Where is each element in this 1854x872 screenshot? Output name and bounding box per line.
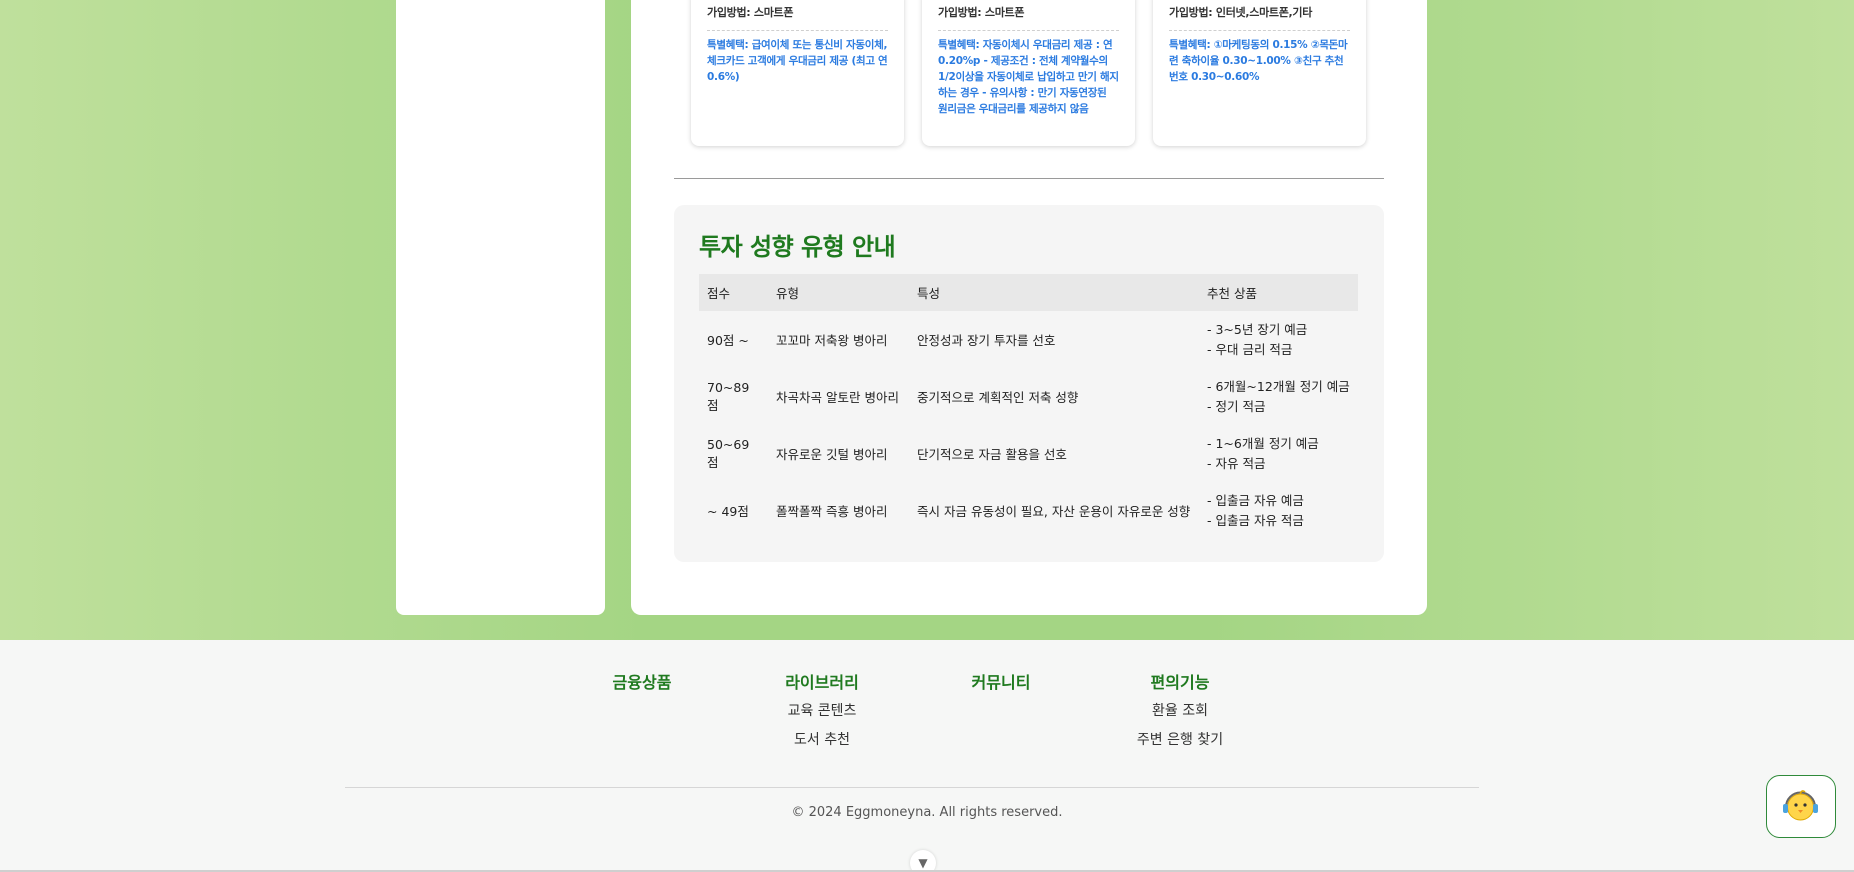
rec-item: - 입출금 자유 적금 (1207, 512, 1304, 528)
copyright-text: © 2024 Eggmoneyna. All rights reserved. (791, 805, 1063, 820)
product-card[interactable]: 가입방법: 스마트폰 특별혜택: 급여이체 또는 통신비 자동이체, 체크카드 … (691, 0, 904, 146)
product-card[interactable]: 가입방법: 스마트폰 특별혜택: 자동이체시 우대금리 제공 : 연 0.20%… (922, 0, 1135, 146)
footer-link-community[interactable]: 커뮤니티 (951, 672, 1051, 702)
cell-trait: 안정성과 장기 투자를 선호 (917, 333, 1056, 348)
cell-type: 차곡차곡 알토란 병아리 (776, 390, 899, 405)
rec-item: - 입출금 자유 예금 (1207, 492, 1304, 508)
footer-link-bank-finder[interactable]: 주변 은행 찾기 (1110, 731, 1250, 760)
sidebar-panel (396, 0, 605, 615)
rec-item: - 3~5년 장기 예금 (1207, 321, 1308, 337)
cell-type: 꼬꼬마 저축왕 병아리 (776, 333, 888, 348)
section-divider (674, 178, 1384, 179)
card-join-method: 가입방법: 인터넷,스마트폰,기타 (1169, 6, 1313, 19)
table-row: 90점 ~ 꼬꼬마 저축왕 병아리 안정성과 장기 투자를 선호 - 3~5년 … (699, 311, 1358, 368)
card-special-benefit: 특별혜택: 자동이체시 우대금리 제공 : 연 0.20%p - 제공조건 : … (938, 39, 1119, 115)
investment-guide-section: 투자 성향 유형 안내 점수 유형 특성 추천 상품 90점 ~ 꼬꼬마 저축왕… (674, 205, 1384, 562)
cell-recommendation: - 6개월~12개월 정기 예금 - 정기 적금 (1199, 368, 1358, 425)
card-divider (707, 30, 888, 31)
chatbot-button[interactable] (1766, 775, 1836, 838)
header-recommendation: 추천 상품 (1199, 274, 1358, 311)
footer-link-exchange-rate[interactable]: 환율 조회 (1110, 702, 1250, 731)
product-card[interactable]: 가입방법: 인터넷,스마트폰,기타 특별혜택: ①마케팅동의 0.15% ②목돈… (1153, 0, 1366, 146)
cell-score: 50~69점 (707, 436, 750, 470)
card-join-method: 가입방법: 스마트폰 (938, 6, 1025, 19)
cell-trait: 단기적으로 자금 활용을 선호 (917, 447, 1067, 462)
footer-link-book-recommend[interactable]: 도서 추천 (772, 731, 872, 760)
cell-trait: 즉시 자금 유동성이 필요, 자산 운용이 자유로운 성향 (917, 504, 1191, 519)
rec-item: - 6개월~12개월 정기 예금 (1207, 378, 1350, 394)
footer-divider (345, 787, 1479, 788)
rec-item: - 우대 금리 적금 (1207, 341, 1293, 357)
cell-score: 90점 ~ (707, 333, 749, 348)
footer-link-products[interactable]: 금융상품 (592, 672, 692, 702)
footer-column-library: 라이브러리 교육 콘텐츠 도서 추천 (772, 672, 872, 760)
footer-link-library[interactable]: 라이브러리 (772, 672, 872, 702)
cell-score: 70~89점 (707, 379, 750, 413)
cell-trait: 중기적으로 계획적인 저축 성향 (917, 390, 1079, 405)
cell-type: 폴짝폴짝 즉흥 병아리 (776, 504, 888, 519)
footer-column-products: 금융상품 (592, 672, 692, 702)
investment-type-table: 점수 유형 특성 추천 상품 90점 ~ 꼬꼬마 저축왕 병아리 안정성과 장기… (699, 274, 1358, 539)
footer-link-utilities[interactable]: 편의기능 (1110, 672, 1250, 702)
card-special-benefit: 특별혜택: ①마케팅동의 0.15% ②목돈마련 축하이율 0.30~1.00%… (1169, 39, 1348, 83)
cell-score: ~ 49점 (707, 504, 749, 519)
chevron-down-icon: ▼ (918, 856, 928, 870)
cell-recommendation: - 1~6개월 정기 예금 - 자유 적금 (1199, 425, 1358, 482)
header-score: 점수 (699, 274, 768, 311)
chick-headset-icon (1783, 790, 1818, 821)
scroll-down-button[interactable]: ▼ (910, 850, 936, 872)
footer-column-utilities: 편의기능 환율 조회 주변 은행 찾기 (1110, 672, 1250, 760)
cell-recommendation: - 3~5년 장기 예금 - 우대 금리 적금 (1199, 311, 1358, 368)
card-special-benefit: 특별혜택: 급여이체 또는 통신비 자동이체, 체크카드 고객에게 우대금리 제… (707, 39, 888, 83)
header-trait: 특성 (909, 274, 1199, 311)
rec-item: - 자유 적금 (1207, 455, 1266, 471)
rec-item: - 정기 적금 (1207, 398, 1266, 414)
footer-nav: 금융상품 라이브러리 교육 콘텐츠 도서 추천 커뮤니티 편의기능 환율 조회 … (0, 672, 1854, 772)
table-header-row: 점수 유형 특성 추천 상품 (699, 274, 1358, 311)
footer-column-community: 커뮤니티 (951, 672, 1051, 702)
table-row: 70~89점 차곡차곡 알토란 병아리 중기적으로 계획적인 저축 성향 - 6… (699, 368, 1358, 425)
card-join-method: 가입방법: 스마트폰 (707, 6, 794, 19)
card-divider (1169, 30, 1350, 31)
rec-item: - 1~6개월 정기 예금 (1207, 435, 1319, 451)
cell-recommendation: - 입출금 자유 예금 - 입출금 자유 적금 (1199, 482, 1358, 539)
cell-type: 자유로운 깃털 병아리 (776, 447, 888, 462)
footer-link-education[interactable]: 교육 콘텐츠 (772, 702, 872, 731)
header-type: 유형 (768, 274, 909, 311)
guide-title: 투자 성향 유형 안내 (699, 233, 896, 261)
card-divider (938, 30, 1119, 31)
table-row: ~ 49점 폴짝폴짝 즉흥 병아리 즉시 자금 유동성이 필요, 자산 운용이 … (699, 482, 1358, 539)
table-row: 50~69점 자유로운 깃털 병아리 단기적으로 자금 활용을 선호 - 1~6… (699, 425, 1358, 482)
